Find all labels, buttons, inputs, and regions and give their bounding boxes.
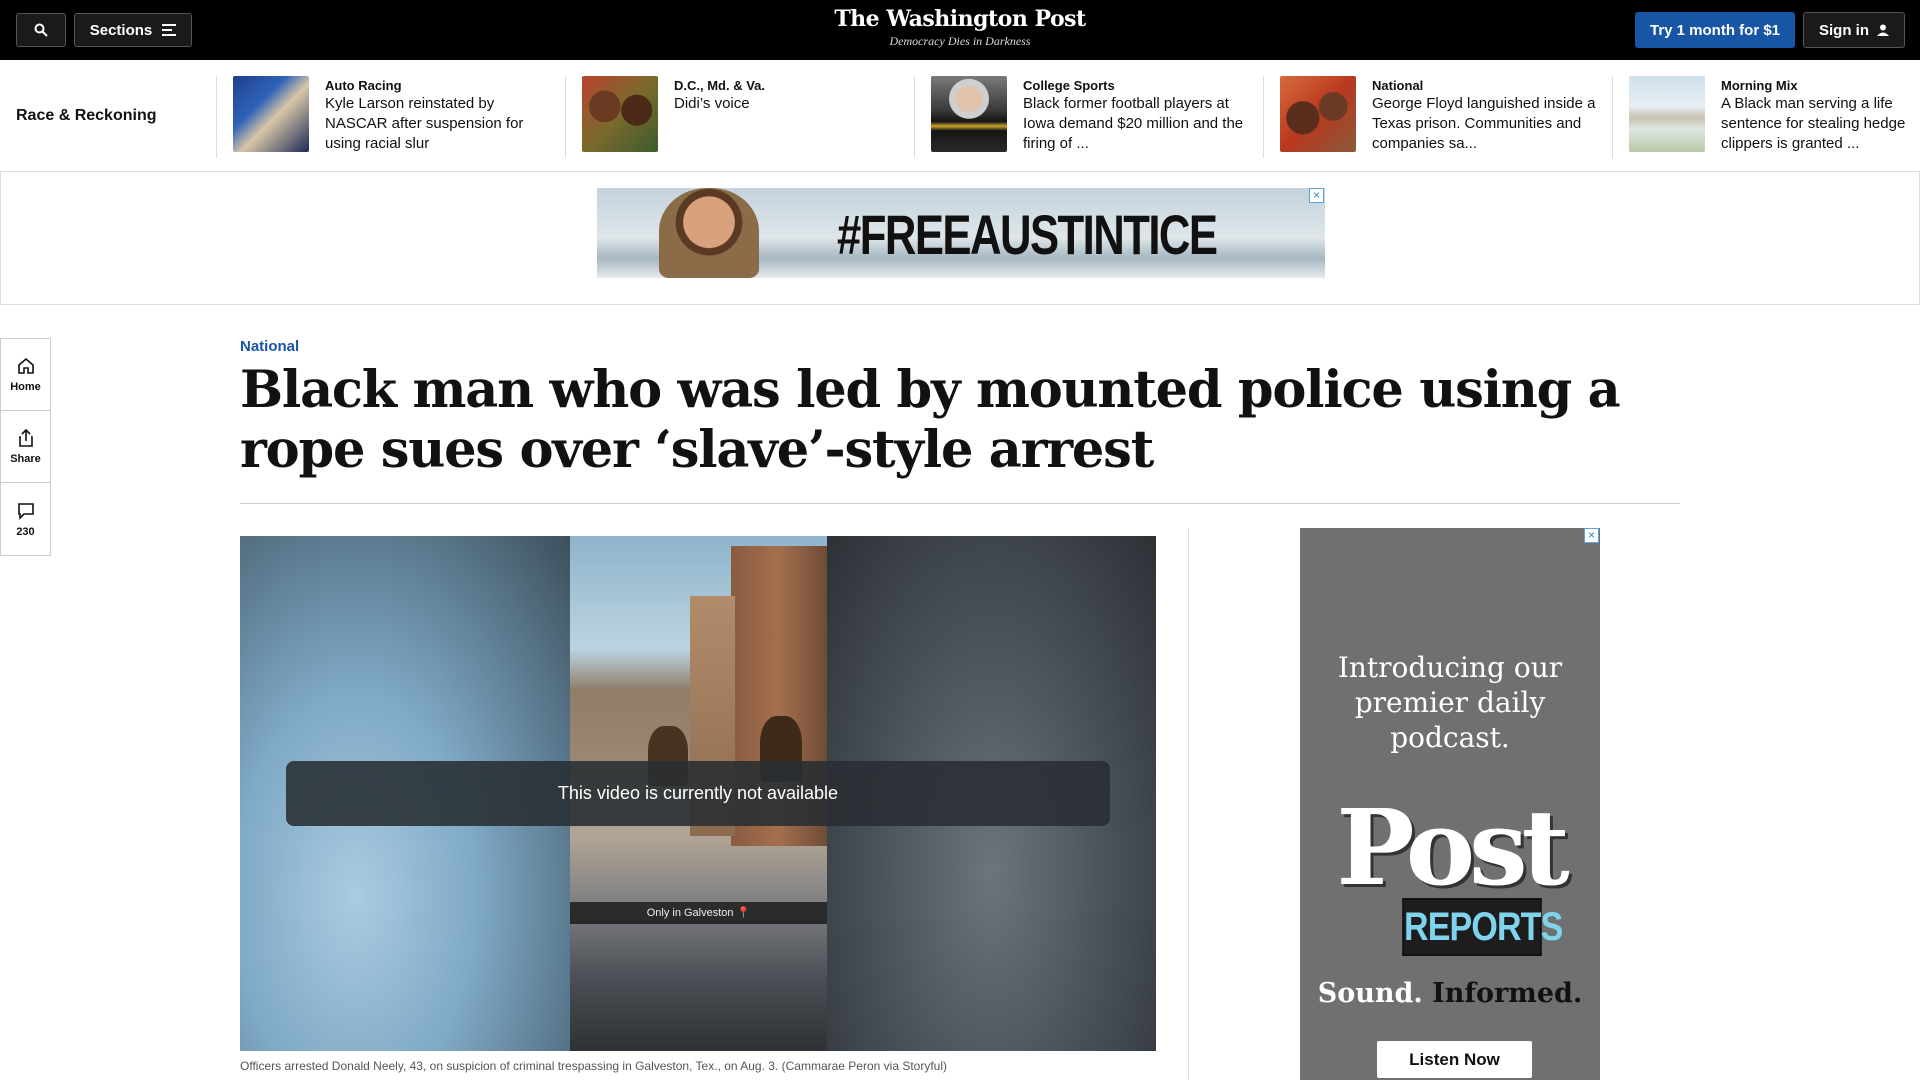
video-player[interactable]: Only in Galveston 📍 This video is curren… (240, 536, 1156, 1051)
user-icon (1877, 24, 1889, 36)
tagline: Democracy Dies in Darkness (889, 34, 1031, 48)
ad-hashtag: #FREEAUSTINTICE (837, 203, 1218, 266)
article-headline: Black man who was led by mounted police … (240, 360, 1621, 480)
ad-tagline: Sound. Informed. (1300, 978, 1600, 1009)
ad-brand-reports: REPORTS (1402, 898, 1563, 956)
home-button[interactable]: Home (1, 339, 50, 411)
rail-item[interactable]: Morning Mix A Black man serving a life s… (1612, 76, 1920, 158)
ad-close-icon[interactable]: × (1309, 188, 1324, 203)
ad-brand-post: Post (1336, 786, 1569, 909)
headline-divider (240, 503, 1680, 504)
ad-intro-text: Introducing our premier daily podcast. (1337, 651, 1563, 754)
rail-headline[interactable]: Didi’s voice (674, 94, 765, 114)
rail-thumbnail[interactable] (1629, 76, 1705, 152)
video-caption: Officers arrested Donald Neely, 43, on s… (240, 1059, 947, 1073)
home-label: Home (10, 381, 41, 393)
rail-title[interactable]: Race & Reckoning (16, 107, 156, 125)
comment-icon (17, 502, 34, 520)
rail-headline[interactable]: Black former football players at Iowa de… (1023, 94, 1248, 154)
post-reports-ad[interactable]: Introducing our premier daily podcast. P… (1300, 528, 1600, 1080)
article-tools-rail: Home Share 230 (0, 338, 51, 556)
subscribe-button[interactable]: Try 1 month for $1 (1635, 12, 1795, 48)
article-kicker[interactable]: National (240, 338, 299, 355)
video-snap-caption: Only in Galveston 📍 (570, 902, 827, 924)
top-navigation-bar: Sections The Washington Post Democracy D… (0, 0, 1920, 60)
column-divider (1188, 528, 1189, 1080)
rail-headline[interactable]: A Black man serving a life sentence for … (1721, 94, 1920, 154)
rail-item[interactable]: National George Floyd languished inside … (1263, 76, 1597, 158)
logo-text: The Washington Post (834, 6, 1086, 32)
search-button[interactable] (16, 13, 66, 47)
ad-close-icon[interactable]: × (1584, 528, 1599, 543)
ad-tagline-b: Informed. (1432, 978, 1583, 1009)
top-ad-slot: #FREEAUSTINTICE × (0, 172, 1920, 305)
rail-kicker[interactable]: College Sports (1023, 78, 1248, 93)
rail-thumbnail[interactable] (931, 76, 1007, 152)
masthead-logo[interactable]: The Washington Post Democracy Dies in Da… (760, 6, 1160, 49)
rail-headline[interactable]: George Floyd languished inside a Texas p… (1372, 94, 1597, 154)
ad-portrait (659, 188, 759, 278)
listen-now-button[interactable]: Listen Now (1377, 1041, 1532, 1078)
rail-item[interactable]: Auto Racing Kyle Larson reinstated by NA… (216, 76, 550, 158)
race-reckoning-rail: Race & Reckoning Auto Racing Kyle Larson… (0, 60, 1920, 172)
video-unavailable-message: This video is currently not available (286, 761, 1110, 826)
rail-headline[interactable]: Kyle Larson reinstated by NASCAR after s… (325, 94, 550, 154)
comments-count: 230 (16, 525, 35, 538)
sign-in-button[interactable]: Sign in (1803, 12, 1905, 48)
sign-in-label: Sign in (1819, 21, 1869, 39)
rail-item[interactable]: D.C., Md. & Va. Didi’s voice (565, 76, 899, 158)
rail-kicker[interactable]: Morning Mix (1721, 78, 1920, 93)
share-label: Share (10, 453, 41, 465)
home-icon (17, 357, 34, 374)
share-button[interactable]: Share (1, 411, 50, 483)
comments-button[interactable]: 230 (1, 483, 50, 555)
rail-thumbnail[interactable] (1280, 76, 1356, 152)
rail-kicker[interactable]: D.C., Md. & Va. (674, 78, 765, 93)
sections-button[interactable]: Sections (74, 13, 192, 47)
sections-label: Sections (89, 21, 153, 39)
hamburger-menu-icon (162, 24, 177, 36)
ad-tagline-a: Sound. (1317, 978, 1423, 1009)
free-austin-tice-banner-ad[interactable]: #FREEAUSTINTICE (597, 188, 1325, 278)
rail-kicker[interactable]: National (1372, 78, 1597, 93)
rail-item[interactable]: College Sports Black former football pla… (914, 76, 1248, 158)
rail-thumbnail[interactable] (582, 76, 658, 152)
share-icon (18, 428, 33, 447)
rail-thumbnail[interactable] (233, 76, 309, 152)
search-icon (34, 23, 48, 37)
rail-kicker[interactable]: Auto Racing (325, 78, 550, 93)
